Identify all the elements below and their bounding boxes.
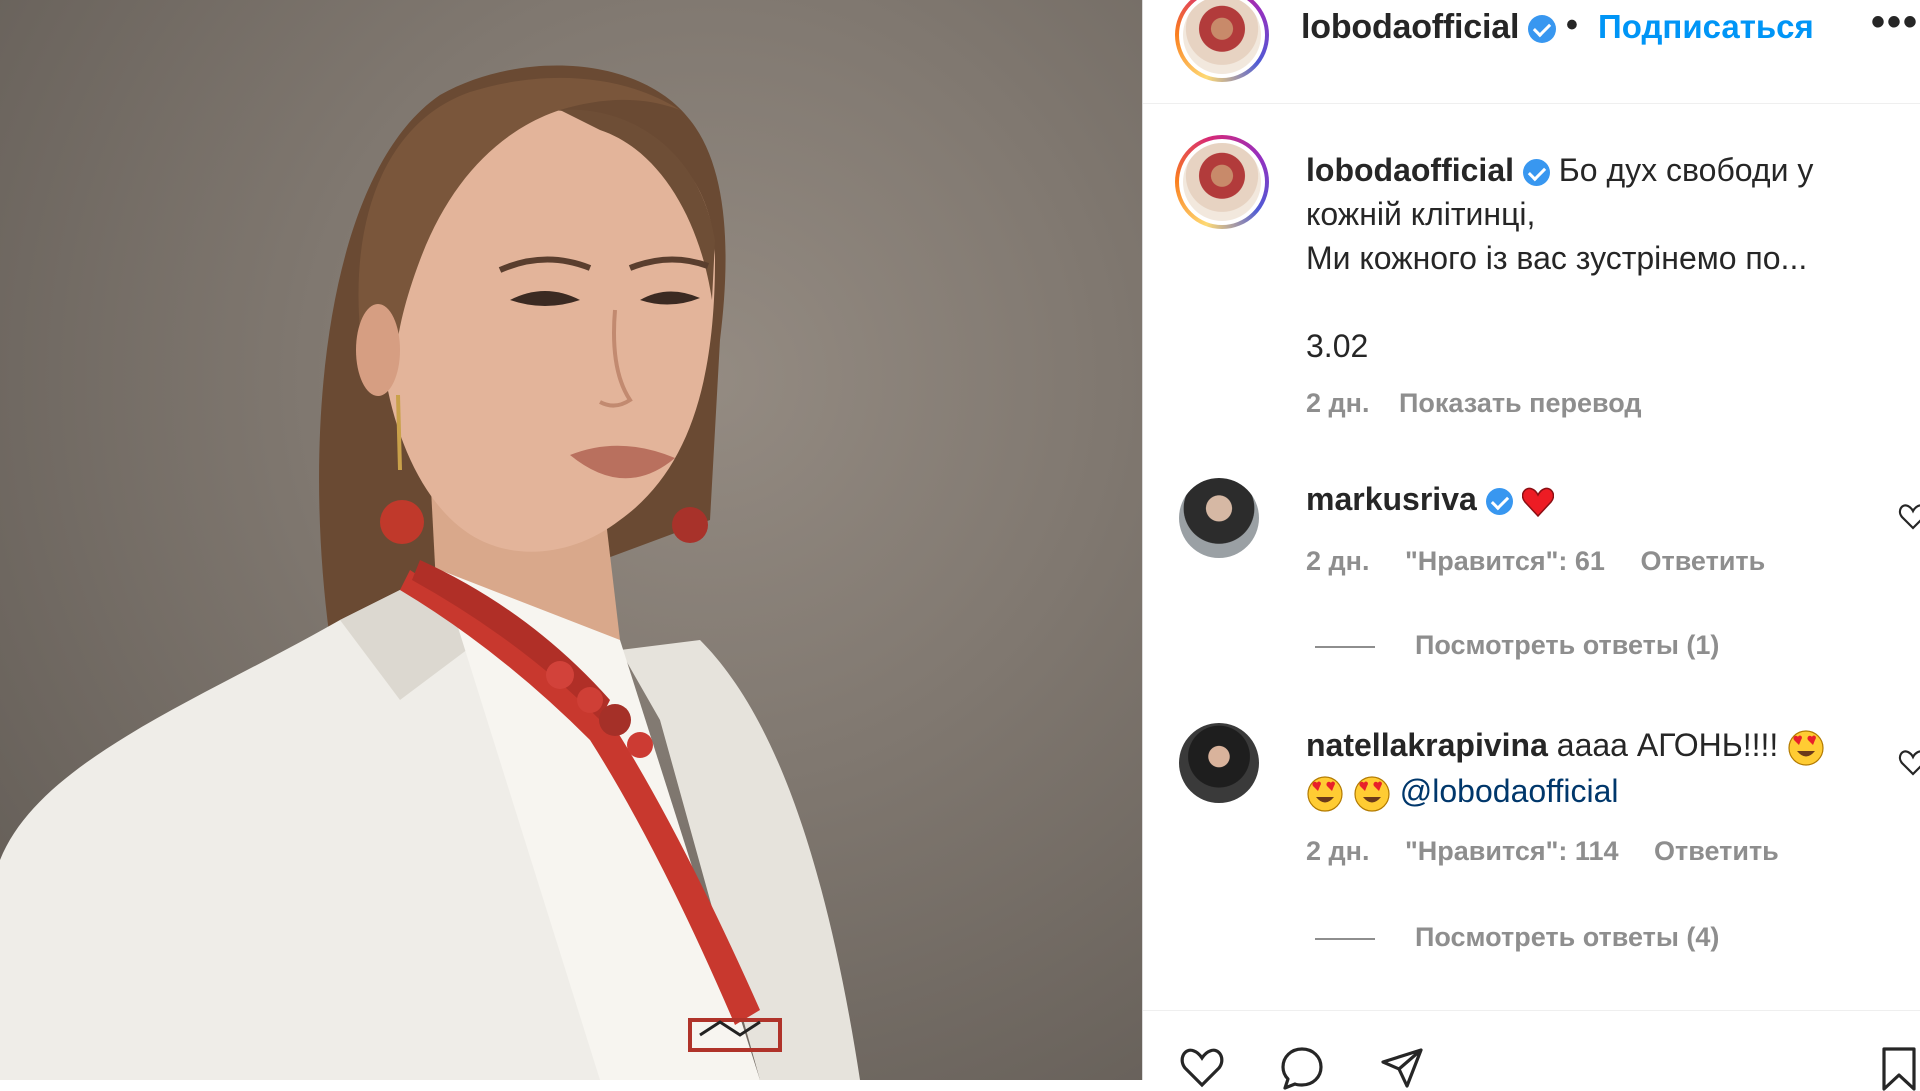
caption-line-3: 3.02 — [1306, 328, 1369, 364]
post-caption: lobodaofficial Бо дух свободи у кожній к… — [1306, 148, 1866, 368]
post-action-bar — [1143, 1045, 1920, 1091]
heart-eyes-emoji-icon — [1307, 775, 1343, 812]
verified-badge-icon — [1485, 488, 1513, 516]
like-icon[interactable] — [1179, 1045, 1225, 1091]
post-photo — [0, 0, 1142, 1080]
like-icon[interactable] — [1898, 748, 1920, 778]
view-replies-button[interactable]: Посмотреть ответы (4) — [1315, 922, 1719, 953]
comment-username[interactable]: natellakrapivina — [1306, 727, 1548, 763]
post-details-pane: lobodaofficial • Подписаться ••• lobodao… — [1143, 0, 1920, 1091]
comment-icon[interactable] — [1279, 1045, 1325, 1091]
caption-date: 2 дн. — [1306, 388, 1370, 418]
caption-username[interactable]: lobodaofficial — [1306, 152, 1514, 188]
comment-body: natellakrapivina аааа АГОНЬ!!!! @lobodao… — [1306, 722, 1866, 814]
heart-emoji-icon — [1521, 487, 1554, 517]
comment-likes[interactable]: "Нравится": 114 — [1405, 836, 1619, 866]
share-icon[interactable] — [1379, 1045, 1425, 1091]
header-divider — [1143, 103, 1920, 104]
actions-divider — [1143, 1010, 1920, 1011]
comment-likes[interactable]: "Нравится": 61 — [1405, 546, 1605, 576]
author-avatar[interactable] — [1175, 0, 1269, 82]
show-translation-link[interactable]: Показать перевод — [1399, 388, 1642, 419]
replies-dash — [1315, 937, 1375, 940]
portrait-illustration — [0, 65, 860, 1080]
comment-mention-link[interactable]: @lobodaofficial — [1400, 773, 1619, 809]
heart-eyes-emoji-icon — [1788, 729, 1824, 766]
heart-eyes-emoji-icon — [1354, 775, 1390, 812]
follow-button[interactable]: Подписаться — [1598, 8, 1814, 46]
verified-badge-icon — [1528, 15, 1557, 44]
comment-date: 2 дн. — [1306, 836, 1370, 866]
author-username[interactable]: lobodaofficial — [1301, 8, 1557, 47]
caption-avatar[interactable] — [1175, 135, 1269, 229]
view-replies-label[interactable]: Посмотреть ответы (4) — [1415, 922, 1719, 952]
caption-avatar-image — [1179, 139, 1265, 225]
author-avatar-image — [1179, 0, 1265, 78]
author-username-label[interactable]: lobodaofficial — [1301, 8, 1519, 46]
reply-button[interactable]: Ответить — [1640, 546, 1765, 576]
comment-meta: 2 дн. "Нравится": 114 Ответить — [1306, 836, 1807, 867]
verified-badge-icon — [1522, 159, 1550, 187]
caption-line-2: Ми кожного із вас зустрінемо по... — [1306, 240, 1808, 276]
more-icon[interactable]: ••• — [1871, 0, 1919, 45]
comment-text: аааа АГОНЬ!!!! — [1547, 727, 1779, 763]
comment-body: markusriva — [1306, 476, 1866, 522]
comment-meta: 2 дн. "Нравится": 61 Ответить — [1306, 546, 1793, 577]
view-replies-button[interactable]: Посмотреть ответы (1) — [1315, 630, 1719, 661]
comment-username[interactable]: markusriva — [1306, 481, 1477, 517]
reply-button[interactable]: Ответить — [1654, 836, 1779, 866]
header-separator: • — [1566, 6, 1578, 44]
like-icon[interactable] — [1898, 502, 1920, 532]
view-replies-label[interactable]: Посмотреть ответы (1) — [1415, 630, 1719, 660]
commenter-avatar-natellakrapivina[interactable] — [1179, 723, 1259, 803]
bookmark-icon[interactable] — [1876, 1045, 1920, 1091]
commenter-avatar-markusriva[interactable] — [1179, 478, 1259, 558]
replies-dash — [1315, 645, 1375, 648]
comment-date: 2 дн. — [1306, 546, 1370, 576]
